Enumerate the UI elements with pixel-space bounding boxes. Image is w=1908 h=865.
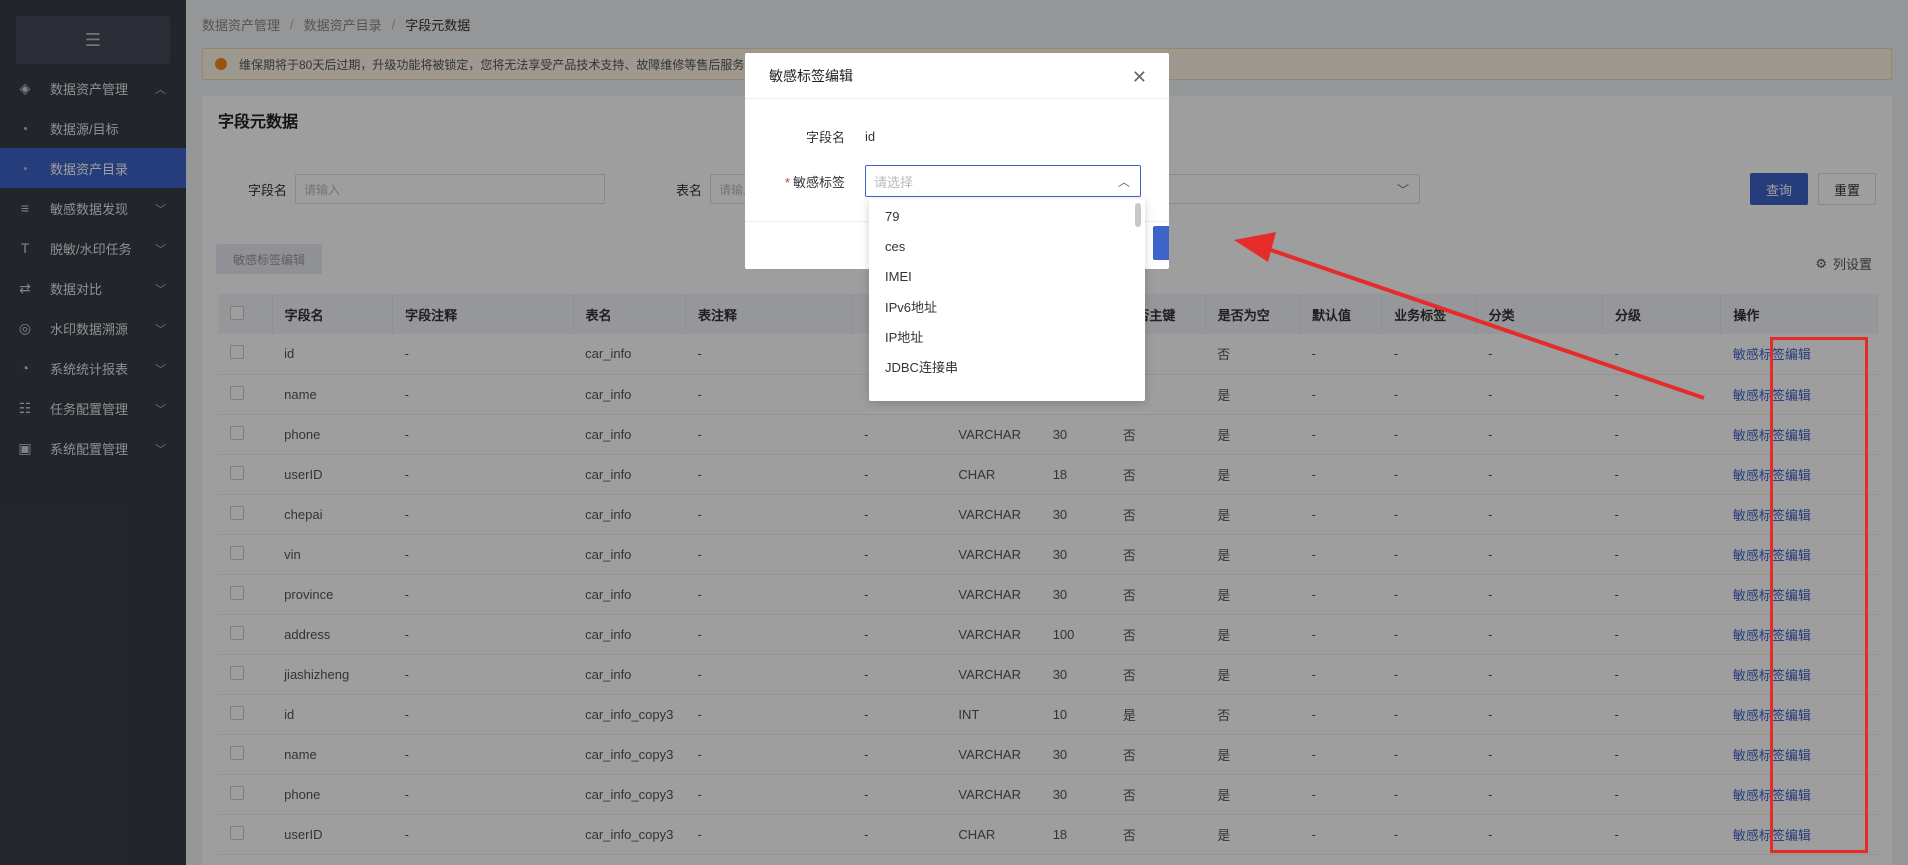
dropdown-scrollbar[interactable] bbox=[1135, 203, 1141, 227]
tag-option[interactable]: IPv6地址 bbox=[869, 291, 1145, 321]
tag-label-text: 敏感标签 bbox=[792, 174, 845, 190]
tag-option[interactable]: IP地址 bbox=[869, 321, 1145, 351]
dialog-title: 敏感标签编辑 bbox=[769, 67, 853, 84]
tag-row: * 敏感标签 请选择 ︿ bbox=[745, 165, 1169, 197]
tag-option[interactable]: JDBC连接串 bbox=[869, 351, 1145, 381]
sensitive-tag-select[interactable]: 请选择 ︿ bbox=[865, 165, 1141, 197]
options-list: 79 ces IMEI IPv6地址 IP地址 JDBC连接串 bbox=[869, 199, 1145, 381]
dialog-header: 敏感标签编辑 ✕ bbox=[745, 53, 1169, 99]
tag-options-dropdown: 79 ces IMEI IPv6地址 IP地址 JDBC连接串 bbox=[869, 199, 1145, 401]
field-name-value: id bbox=[865, 129, 876, 144]
tag-option[interactable]: 79 bbox=[869, 201, 1145, 231]
field-name-label: 字段名 bbox=[805, 130, 845, 145]
close-icon[interactable]: ✕ bbox=[1132, 67, 1147, 88]
tag-label: * 敏感标签 bbox=[745, 172, 865, 191]
confirm-button[interactable] bbox=[1153, 226, 1169, 260]
chevron-up-icon: ︿ bbox=[1117, 175, 1130, 189]
field-name-row: 字段名 id bbox=[745, 127, 1169, 146]
tag-option[interactable]: IMEI bbox=[869, 261, 1145, 291]
tag-option[interactable]: ces bbox=[869, 231, 1145, 261]
tag-select-placeholder: 请选择 bbox=[874, 174, 914, 190]
required-mark: * bbox=[784, 174, 790, 190]
